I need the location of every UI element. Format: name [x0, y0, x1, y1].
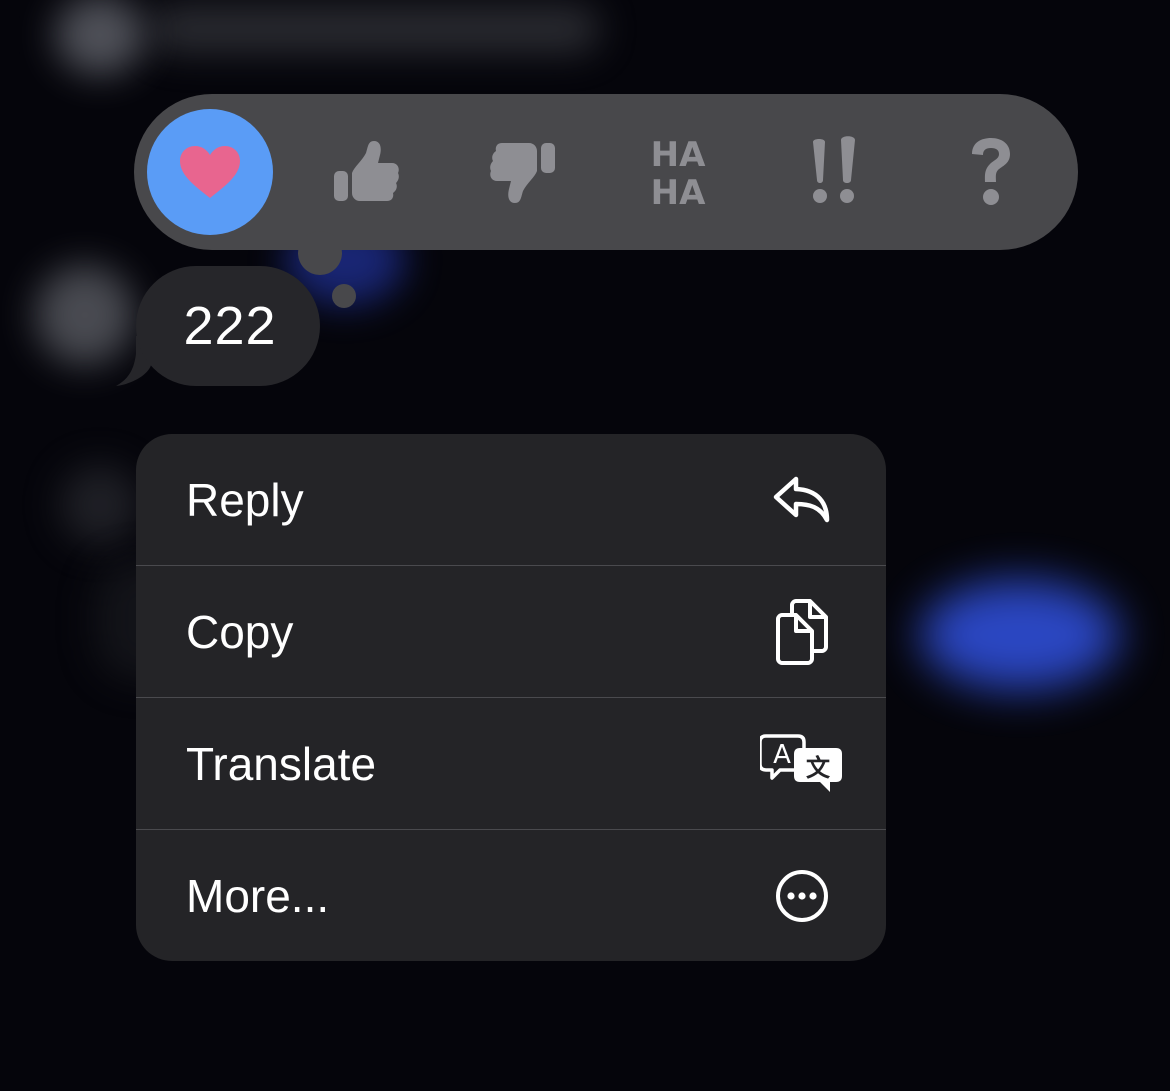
background-blurred-avatar: [55, 0, 145, 75]
tapback-connector-dot-small: [332, 284, 356, 308]
tapback-thumbs-up-button[interactable]: [304, 109, 430, 235]
message-context-menu: Reply Copy Translate A 文 More...: [136, 434, 886, 961]
tapback-exclamation-button[interactable]: [772, 109, 898, 235]
svg-text:A: A: [773, 740, 791, 770]
menu-item-label: More...: [186, 869, 330, 922]
ellipsis-circle-icon: [756, 850, 848, 942]
background-blurred-avatar: [60, 465, 140, 545]
tapback-connector-dot: [298, 231, 342, 275]
menu-item-translate[interactable]: Translate A 文: [136, 698, 886, 829]
double-exclamation-icon: [813, 136, 855, 203]
tapback-haha-button[interactable]: HA HA: [615, 109, 741, 235]
reply-arrow-icon: [756, 454, 848, 546]
menu-item-label: Copy: [186, 605, 294, 658]
haha-bottom-text: HA: [651, 173, 706, 210]
background-blurred-bar: [150, 5, 600, 53]
message-bubble[interactable]: 222: [136, 266, 320, 386]
menu-item-label: Translate: [186, 737, 377, 790]
tapback-thumbs-down-button[interactable]: [459, 109, 585, 235]
translate-icon: A 文: [756, 718, 848, 810]
svg-text:文: 文: [806, 754, 831, 782]
thumbs-down-icon: [490, 143, 555, 203]
menu-item-label: Reply: [186, 473, 304, 526]
background-blurred-message: [920, 580, 1120, 690]
tapback-question-button[interactable]: [928, 109, 1054, 235]
tapback-heart-button[interactable]: [147, 109, 273, 235]
heart-icon: [180, 146, 240, 198]
tapback-reaction-bar: HA HA: [134, 94, 1078, 250]
question-mark-icon: [972, 138, 1010, 205]
thumbs-up-icon: [334, 141, 399, 201]
haha-icon: HA HA: [651, 135, 706, 210]
menu-item-more[interactable]: More...: [136, 830, 886, 961]
copy-documents-icon: [756, 586, 848, 678]
menu-item-copy[interactable]: Copy: [136, 566, 886, 697]
message-text: 222: [183, 296, 277, 356]
haha-top-text: HA: [651, 135, 706, 175]
menu-item-reply[interactable]: Reply: [136, 434, 886, 565]
